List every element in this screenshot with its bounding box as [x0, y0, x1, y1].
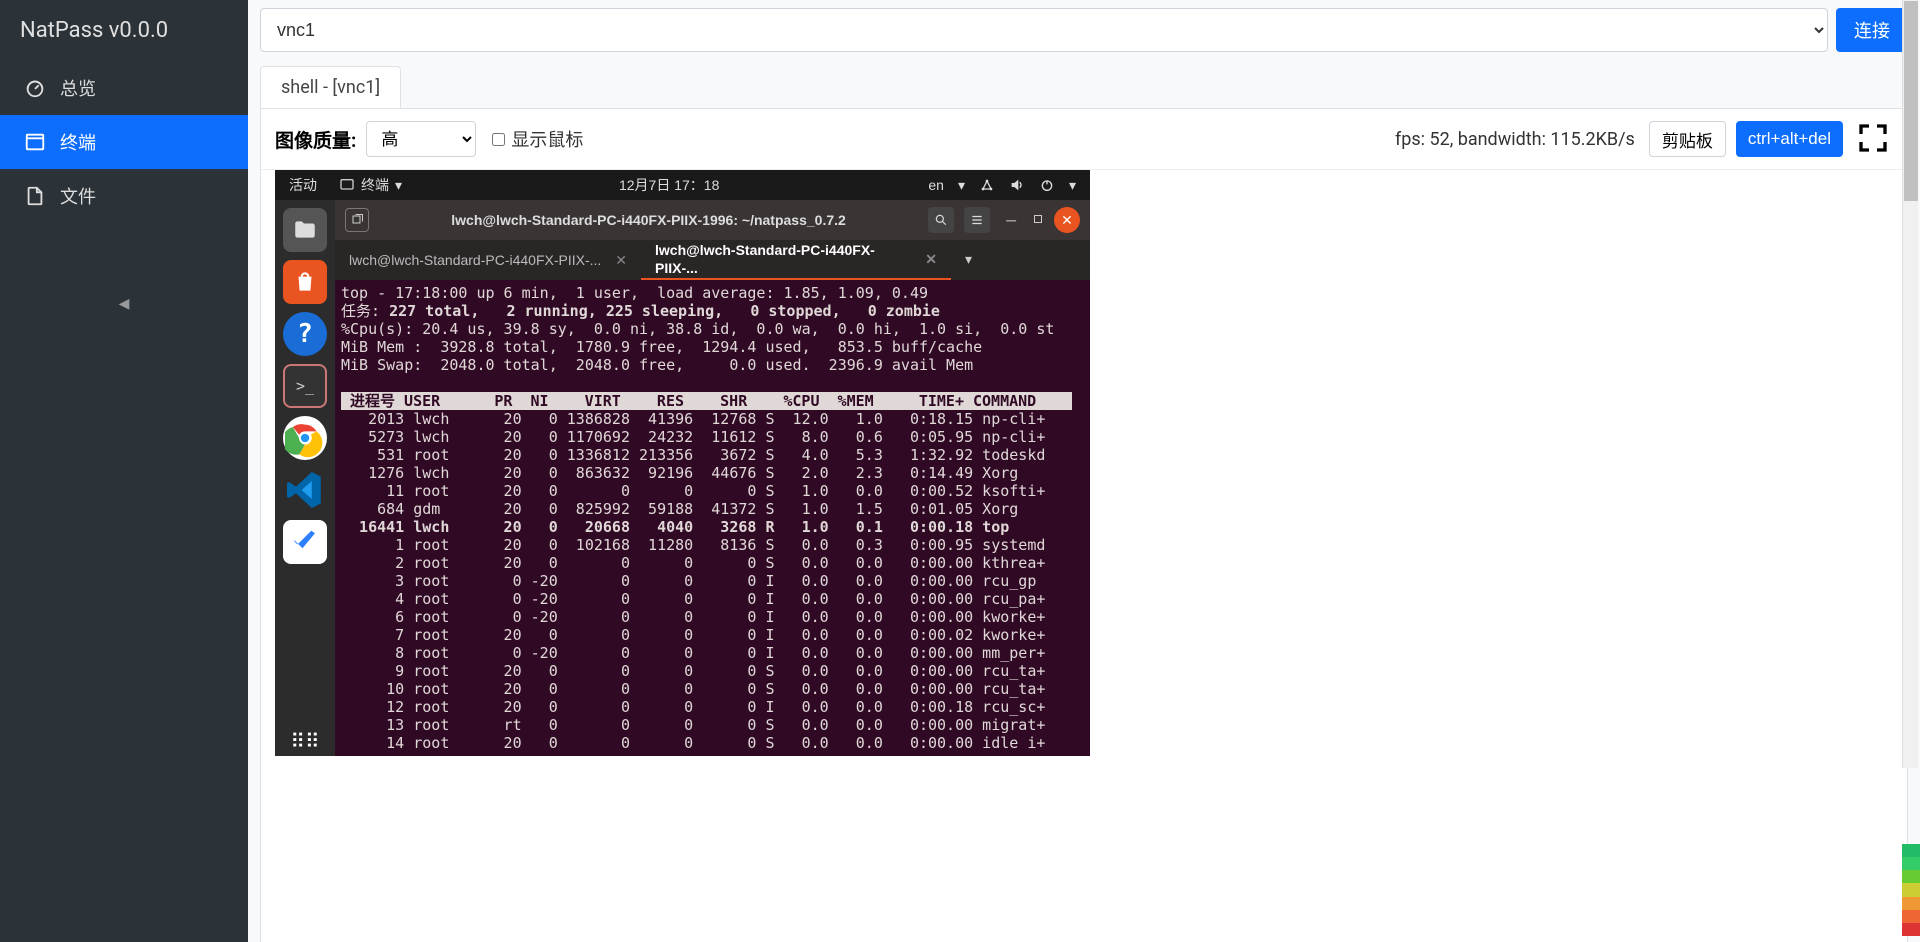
quality-label: 图像质量: — [275, 126, 356, 153]
dock-todesk[interactable] — [283, 520, 327, 564]
dock-terminal[interactable]: >_ — [283, 364, 327, 408]
terminal-output[interactable]: top - 17:18:00 up 6 min, 1 user, load av… — [335, 280, 1090, 756]
new-tab-icon — [351, 214, 363, 226]
terminal-app-icon — [339, 177, 355, 193]
help-icon: ? — [297, 325, 313, 343]
fullscreen-button[interactable] — [1853, 122, 1893, 157]
terminal-window: lwch@lwch-Standard-PC-i440FX-PIIX-1996: … — [335, 200, 1090, 756]
session-panel: 图像质量: 高 显示鼠标 fps: 52, bandwidth: 115.2KB… — [260, 108, 1908, 942]
new-tab-button[interactable] — [345, 208, 369, 232]
search-icon — [934, 213, 948, 227]
show-mouse-label: 显示鼠标 — [511, 126, 583, 152]
app-menu[interactable]: 终端 ▾ — [331, 176, 410, 194]
vnc-toolbar: 图像质量: 高 显示鼠标 fps: 52, bandwidth: 115.2KB… — [261, 109, 1907, 170]
terminal-tabs: lwch@lwch-Standard-PC-i440FX-PIIX-... ✕ … — [335, 240, 1090, 280]
terminal-titlebar: lwch@lwch-Standard-PC-i440FX-PIIX-1996: … — [335, 200, 1090, 240]
hamburger-icon — [970, 213, 984, 227]
dock-vscode[interactable] — [283, 468, 327, 512]
volume-icon[interactable] — [1009, 177, 1025, 193]
fullscreen-icon — [1857, 122, 1889, 154]
clipboard-button[interactable]: 剪贴板 — [1649, 121, 1726, 157]
top-bar: vnc1 连接 — [260, 8, 1908, 52]
terminal-icon — [24, 131, 46, 153]
vscode-icon — [287, 472, 323, 508]
todesk-icon — [290, 527, 320, 557]
system-chevron-icon: ▾ — [1069, 176, 1076, 194]
dock-help[interactable]: ? — [283, 312, 327, 356]
terminal-title: lwch@lwch-Standard-PC-i440FX-PIIX-1996: … — [379, 211, 918, 229]
folder-icon — [292, 217, 318, 243]
quality-select[interactable]: 高 — [366, 121, 476, 157]
close-button[interactable]: ✕ — [1054, 207, 1080, 233]
lang-chevron-icon: ▾ — [958, 176, 965, 194]
connection-select[interactable]: vnc1 — [260, 8, 1828, 52]
tab-close-icon[interactable]: ✕ — [925, 250, 937, 268]
terminal-tab-2[interactable]: lwch@lwch-Standard-PC-i440FX-PIIX-... ✕ — [641, 240, 951, 280]
nav-terminal-label: 终端 — [60, 129, 96, 155]
dock-software[interactable] — [283, 260, 327, 304]
ubuntu-dock: ? >_ ⠿⠿ — [275, 200, 335, 756]
nav-terminal[interactable]: 终端 — [0, 115, 248, 169]
maximize-button[interactable] — [1032, 211, 1044, 229]
connect-button[interactable]: 连接 — [1836, 8, 1908, 52]
prompt-icon: >_ — [296, 377, 314, 395]
power-icon[interactable] — [1039, 177, 1055, 193]
nav-file-label: 文件 — [60, 183, 96, 209]
scrollbar-thumb[interactable] — [1904, 1, 1918, 201]
chevron-down-icon: ▾ — [395, 176, 402, 194]
clock[interactable]: 12月7日 17：18 — [410, 176, 928, 194]
sidebar: NatPass v0.0.0 总览 终端 文件 ◀ — [0, 0, 248, 942]
input-lang[interactable]: en — [928, 176, 944, 194]
nav-overview-label: 总览 — [60, 75, 96, 101]
session-tabbar: shell - [vnc1] — [260, 66, 401, 108]
menu-button[interactable] — [964, 207, 990, 233]
search-button[interactable] — [928, 207, 954, 233]
chrome-icon — [285, 418, 325, 458]
terminal-tab-1[interactable]: lwch@lwch-Standard-PC-i440FX-PIIX-... ✕ — [335, 240, 641, 280]
dock-show-apps[interactable]: ⠿⠿ — [290, 732, 319, 756]
dock-chrome[interactable] — [283, 416, 327, 460]
file-icon — [24, 185, 46, 207]
minimize-button[interactable]: ─ — [1000, 211, 1022, 229]
close-icon: ✕ — [1061, 211, 1073, 229]
nav-overview[interactable]: 总览 — [0, 61, 248, 115]
gnome-topbar: 活动 终端 ▾ 12月7日 17：18 en ▾ — [275, 170, 1090, 200]
maximize-icon — [1032, 213, 1044, 225]
color-strip — [1902, 844, 1920, 936]
activities-button[interactable]: 活动 — [275, 176, 331, 194]
nav-file[interactable]: 文件 — [0, 169, 248, 223]
main-content: vnc1 连接 shell - [vnc1] 图像质量: 高 显示鼠标 fps:… — [248, 0, 1920, 942]
show-mouse-checkbox[interactable] — [492, 133, 505, 146]
apps-grid-icon: ⠿⠿ — [290, 729, 319, 753]
dock-files[interactable] — [283, 208, 327, 252]
ctrl-alt-del-button[interactable]: ctrl+alt+del — [1736, 121, 1843, 157]
shopping-bag-icon — [292, 269, 318, 295]
tab-close-icon[interactable]: ✕ — [615, 251, 627, 269]
vnc-display[interactable]: 活动 终端 ▾ 12月7日 17：18 en ▾ — [275, 170, 1090, 756]
tab-dropdown[interactable]: ▾ — [951, 240, 986, 280]
stats-text: fps: 52, bandwidth: 115.2KB/s — [1395, 129, 1635, 150]
dashboard-icon — [24, 77, 46, 99]
network-icon[interactable] — [979, 177, 995, 193]
session-tab[interactable]: shell - [vnc1] — [261, 67, 400, 108]
page-scrollbar[interactable] — [1902, 0, 1918, 768]
collapse-icon[interactable]: ◀ — [119, 296, 130, 312]
brand-title: NatPass v0.0.0 — [0, 0, 248, 61]
